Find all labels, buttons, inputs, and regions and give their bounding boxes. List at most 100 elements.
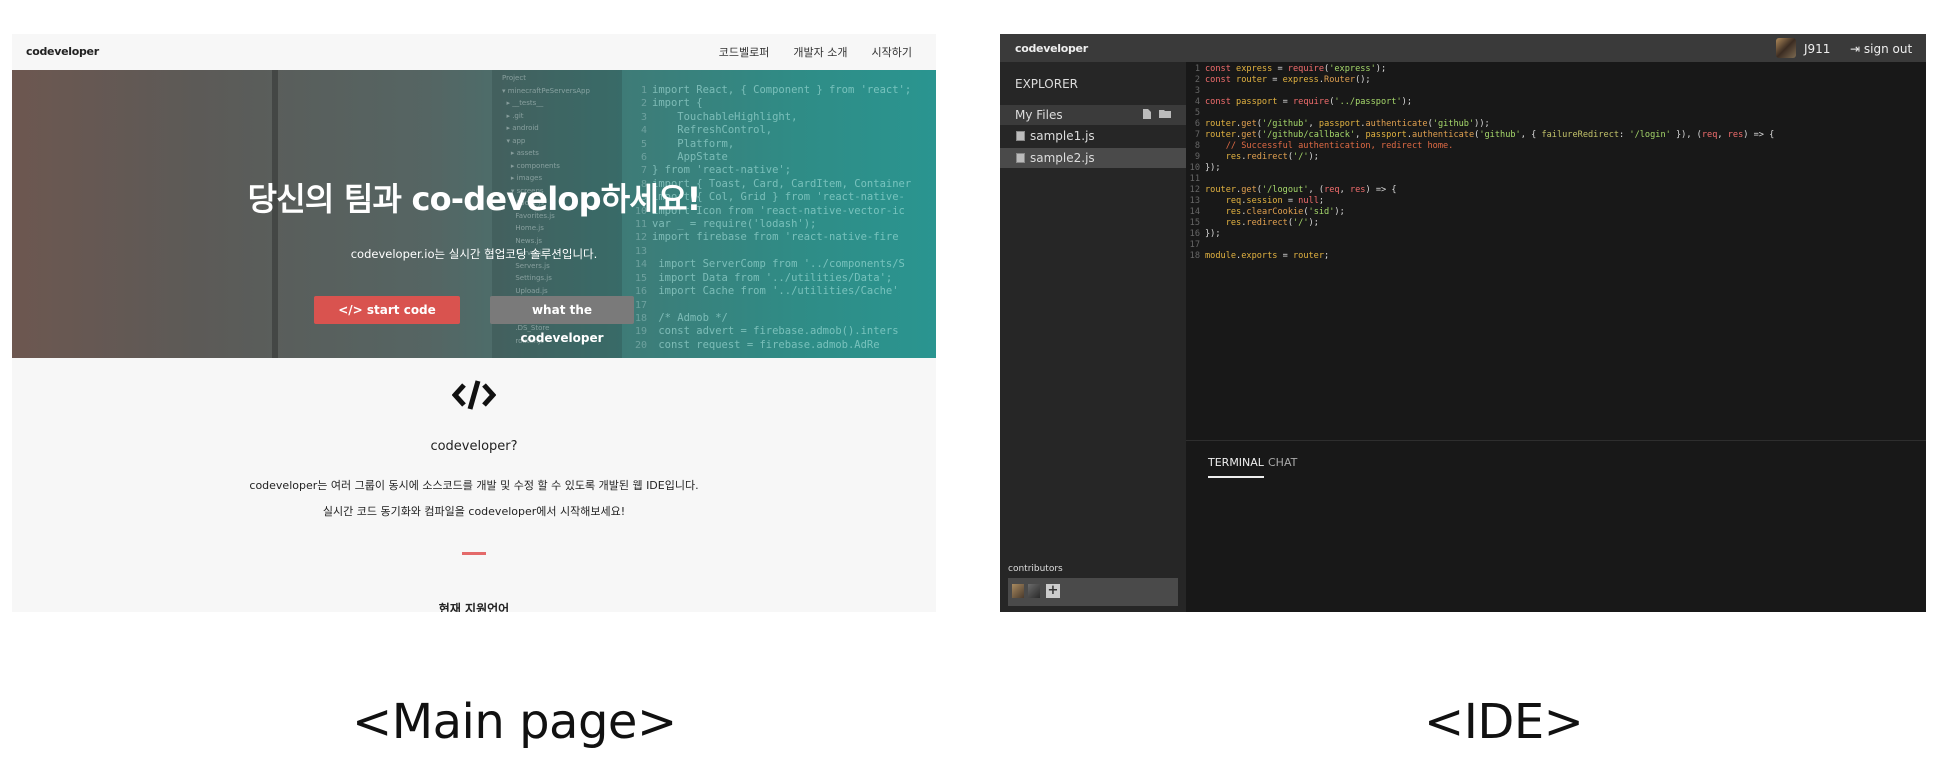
start-code-button[interactable]: </> start code — [314, 296, 460, 324]
main-logo[interactable]: codeveloper — [26, 45, 99, 58]
code-token: express — [1282, 75, 1319, 85]
code-token: // Successful authentication, redirect h… — [1205, 141, 1454, 151]
code-token: session — [1246, 196, 1283, 206]
code-token: 'github' — [1432, 119, 1475, 129]
line-number: 1 — [1194, 64, 1200, 74]
line-number: 10 — [1189, 163, 1200, 173]
section-divider — [462, 552, 486, 555]
ide-screenshot: codeveloper J911 ⇥ sign out EXPLORER My … — [1000, 34, 1926, 612]
line-number: 16 — [1189, 229, 1200, 239]
code-token: res — [1225, 207, 1242, 217]
line-number: 6 — [1194, 119, 1200, 129]
code-token: = — [1277, 251, 1293, 261]
ide-logo[interactable]: codeveloper — [1015, 42, 1088, 55]
code-token: )); — [1474, 119, 1490, 129]
tab-terminal[interactable]: TERMINAL — [1208, 456, 1264, 469]
line-number: 4 — [1194, 97, 1200, 107]
line-number: 5 — [1194, 108, 1200, 118]
code-token: Router — [1324, 75, 1356, 85]
code-token: '/logout' — [1261, 185, 1309, 195]
code-line: 2 const router = express.Router(); — [1186, 75, 1926, 86]
code-token: req — [1324, 185, 1340, 195]
code-token: const — [1205, 64, 1237, 74]
code-line: 17 — [1186, 240, 1926, 251]
code-line: 11 — [1186, 174, 1926, 185]
file-name: sample2.js — [1030, 151, 1095, 165]
code-token: res — [1225, 218, 1242, 228]
contributors-list: + — [1008, 578, 1178, 606]
code-line: 6 router.get('/github', passport.authenti… — [1186, 119, 1926, 130]
code-icon: </> — [338, 303, 363, 317]
line-number: 3 — [1194, 86, 1200, 96]
code-token: res — [1349, 185, 1366, 195]
comparison-figure: codeveloper 코드벨로퍼 개발자 소개 시작하기 Project ▾ m… — [0, 0, 1940, 778]
line-number: 13 — [1189, 196, 1200, 206]
hero-title: 당신의 팀과 co-develop하세요! — [247, 180, 702, 218]
about-description-line2: 실시간 코드 동기화와 컴파일을 codeveloper에서 시작해보세요! — [322, 505, 626, 518]
contributor-avatar[interactable] — [1028, 584, 1040, 598]
code-line: 18 module.exports = router; — [1186, 251, 1926, 262]
line-number: 2 — [1194, 75, 1200, 85]
line-number: 8 — [1194, 141, 1200, 151]
file-item-sample1[interactable]: sample1.js — [1000, 126, 1186, 146]
user-avatar[interactable] — [1776, 38, 1796, 58]
code-token: '/' — [1293, 218, 1309, 228]
code-token: '../passport' — [1334, 97, 1402, 107]
code-token: redirect — [1246, 152, 1288, 162]
nav-link-codeveloper[interactable]: 코드벨로퍼 — [719, 44, 770, 60]
hero-subtitle: codeveloper.io는 실시간 협업코딩 솔루션입니다. — [350, 247, 598, 261]
line-number: 15 — [1189, 218, 1200, 228]
nav-link-developers[interactable]: 개발자 소개 — [793, 44, 847, 60]
code-token: 'sid' — [1308, 207, 1335, 217]
code-line: 10}); — [1186, 163, 1926, 174]
code-token: ) => { — [1743, 130, 1775, 140]
code-line: 4 const passport = require('../passport')… — [1186, 97, 1926, 108]
supported-languages-title: 현재 지원언어 — [438, 602, 510, 612]
what-the-codeveloper-button[interactable]: what the codeveloper — [490, 296, 634, 345]
code-token: redirect — [1246, 218, 1288, 228]
username: J911 — [1804, 42, 1831, 56]
code-token: ); — [1401, 97, 1413, 107]
sign-out-icon: ⇥ — [1850, 42, 1861, 56]
about-title: codeveloper? — [430, 439, 518, 454]
code-token: get — [1241, 130, 1257, 140]
code-token: ); — [1334, 207, 1345, 217]
nav-link-start[interactable]: 시작하기 — [872, 44, 912, 60]
main-page-screenshot: codeveloper 코드벨로퍼 개발자 소개 시작하기 Project ▾ m… — [12, 34, 936, 612]
line-number: 18 — [1189, 251, 1200, 261]
file-item-sample2[interactable]: sample2.js — [1000, 148, 1186, 168]
code-token: router — [1205, 185, 1237, 195]
code-token: , ( — [1308, 185, 1325, 195]
code-token: = — [1272, 64, 1288, 74]
code-token: router — [1292, 251, 1325, 261]
code-token: router — [1205, 119, 1237, 129]
main-navbar: codeveloper 코드벨로퍼 개발자 소개 시작하기 — [12, 34, 936, 70]
my-files-header[interactable]: My Files — [1000, 105, 1186, 125]
code-token: passport — [1236, 97, 1278, 107]
my-files-actions — [1142, 108, 1172, 120]
code-token: null — [1298, 196, 1319, 206]
code-token: '/github/callback' — [1261, 130, 1356, 140]
sign-out-button[interactable]: ⇥ sign out — [1850, 42, 1912, 56]
code-token: authenticate — [1365, 119, 1428, 129]
new-file-icon[interactable] — [1142, 108, 1152, 120]
code-line: 15 res.redirect('/'); — [1186, 218, 1926, 229]
code-line: 14 res.clearCookie('sid'); — [1186, 207, 1926, 218]
tab-chat[interactable]: CHAT — [1268, 456, 1297, 469]
add-contributor-icon[interactable]: + — [1046, 584, 1060, 598]
code-token: = — [1282, 196, 1299, 206]
contributor-avatar[interactable] — [1012, 584, 1024, 598]
code-token: get — [1241, 185, 1257, 195]
line-number: 17 — [1189, 240, 1200, 250]
code-token: require — [1287, 64, 1325, 74]
code-editor[interactable]: 1 const express = require('express'); 2 con… — [1186, 62, 1926, 440]
code-token: req — [1701, 130, 1718, 140]
code-token: , — [1339, 185, 1350, 195]
code-token: 'express' — [1329, 64, 1376, 74]
code-token: = — [1277, 97, 1293, 107]
code-line: 16}); — [1186, 229, 1926, 240]
code-line: 9 res.redirect('/'); — [1186, 152, 1926, 163]
new-folder-icon[interactable] — [1159, 108, 1172, 119]
start-code-label: start code — [366, 303, 436, 317]
